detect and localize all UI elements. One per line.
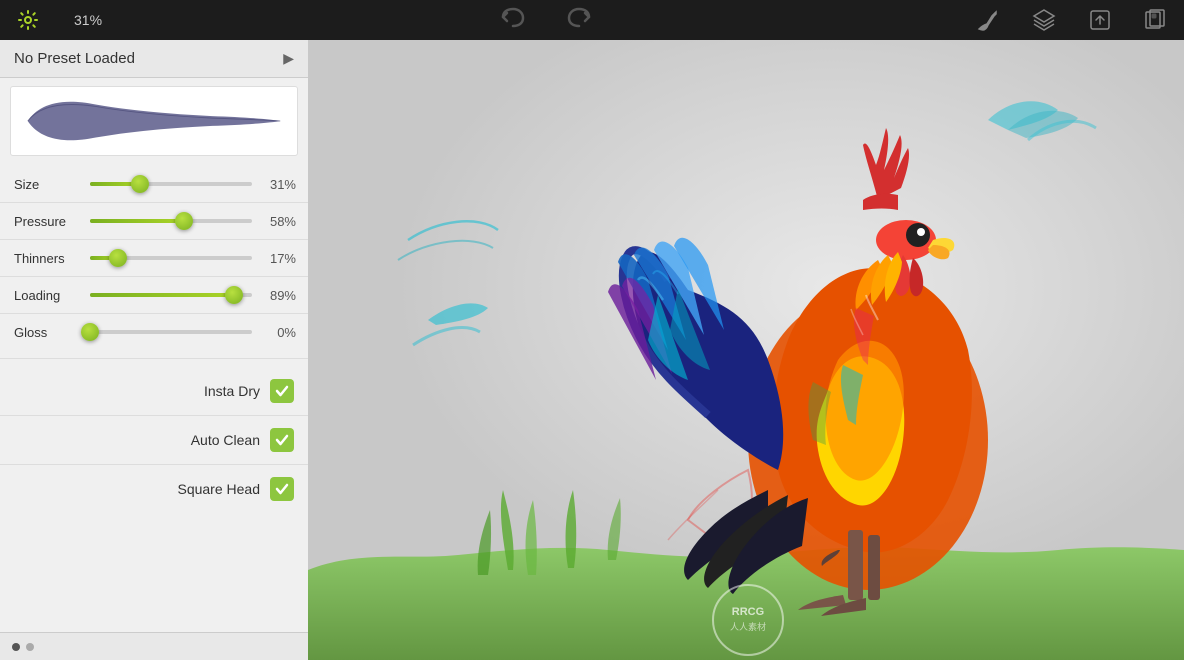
toolbar-right bbox=[970, 2, 1174, 38]
preset-header[interactable]: No Preset Loaded ▶ bbox=[0, 40, 308, 78]
gallery-button[interactable] bbox=[1138, 2, 1174, 38]
thinners-slider[interactable] bbox=[90, 248, 252, 268]
zoom-percent: 31% bbox=[74, 12, 102, 28]
preset-name: No Preset Loaded bbox=[14, 50, 135, 67]
size-slider-row: Size 31% bbox=[0, 168, 308, 200]
settings-button[interactable] bbox=[10, 2, 46, 38]
toggle-section: Insta Dry Auto Clean bbox=[0, 365, 308, 515]
bottom-bar bbox=[0, 632, 308, 660]
toolbar: 31% bbox=[0, 0, 1184, 40]
square-head-toggle[interactable] bbox=[270, 477, 294, 501]
redo-button[interactable] bbox=[566, 6, 592, 34]
square-head-row: Square Head bbox=[0, 467, 308, 511]
size-label: Size bbox=[14, 177, 82, 192]
sliders-section: Size 31% Pressure bbox=[0, 164, 308, 352]
thinners-label: Thinners bbox=[14, 251, 82, 266]
gloss-slider-row: Gloss 0% bbox=[0, 316, 308, 348]
left-panel: No Preset Loaded ▶ Size bbox=[0, 40, 308, 660]
size-value: 31% bbox=[260, 177, 296, 192]
insta-dry-toggle[interactable] bbox=[270, 379, 294, 403]
toolbar-center bbox=[122, 6, 970, 34]
brush-preview bbox=[10, 86, 298, 156]
pressure-slider-row: Pressure 58% bbox=[0, 205, 308, 237]
toolbar-left: 31% bbox=[10, 2, 122, 38]
svg-text:RRCG: RRCG bbox=[732, 606, 764, 618]
dot-1 bbox=[12, 643, 20, 651]
gloss-value: 0% bbox=[260, 325, 296, 340]
auto-clean-row: Auto Clean bbox=[0, 418, 308, 462]
dot-2 bbox=[26, 643, 34, 651]
brush-tool-button[interactable] bbox=[970, 2, 1006, 38]
pressure-slider[interactable] bbox=[90, 211, 252, 231]
app-container: 31% bbox=[0, 0, 1184, 660]
loading-slider-row: Loading 89% bbox=[0, 279, 308, 311]
thinners-slider-row: Thinners 17% bbox=[0, 242, 308, 274]
gloss-label: Gloss bbox=[14, 325, 82, 340]
preset-arrow-icon[interactable]: ▶ bbox=[283, 50, 294, 67]
canvas-area[interactable]: RRCG 人人素材 bbox=[308, 40, 1184, 660]
insta-dry-row: Insta Dry bbox=[0, 369, 308, 413]
loading-slider[interactable] bbox=[90, 285, 252, 305]
loading-label: Loading bbox=[14, 288, 82, 303]
export-button[interactable] bbox=[1082, 2, 1118, 38]
pressure-value: 58% bbox=[260, 214, 296, 229]
insta-dry-label: Insta Dry bbox=[14, 383, 260, 399]
auto-clean-toggle[interactable] bbox=[270, 428, 294, 452]
layers-button[interactable] bbox=[1026, 2, 1062, 38]
loading-value: 89% bbox=[260, 288, 296, 303]
auto-clean-label: Auto Clean bbox=[14, 432, 260, 448]
gloss-slider[interactable] bbox=[90, 322, 252, 342]
square-head-label: Square Head bbox=[14, 481, 260, 497]
undo-button[interactable] bbox=[500, 6, 526, 34]
pressure-label: Pressure bbox=[14, 214, 82, 229]
svg-text:人人素材: 人人素材 bbox=[730, 621, 766, 632]
thinners-value: 17% bbox=[260, 251, 296, 266]
size-slider[interactable] bbox=[90, 174, 252, 194]
main-content: No Preset Loaded ▶ Size bbox=[0, 40, 1184, 660]
